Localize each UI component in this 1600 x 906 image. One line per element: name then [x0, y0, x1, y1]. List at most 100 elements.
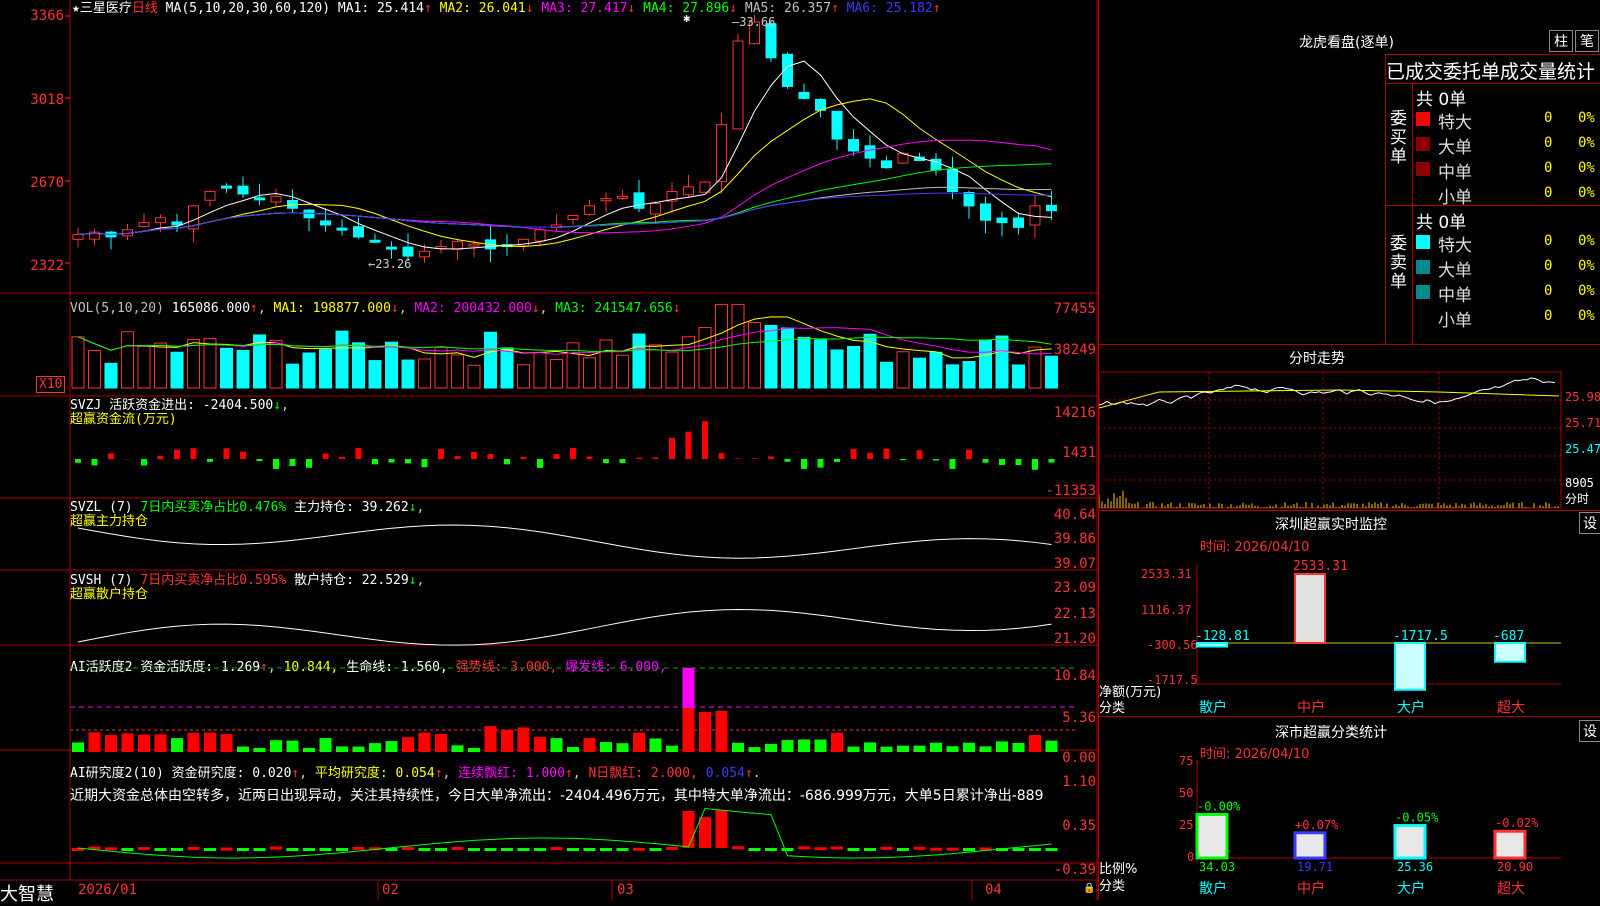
- candle: [535, 230, 545, 241]
- fund-flow-bar: [207, 459, 213, 462]
- research-bar: [485, 848, 497, 851]
- candle: [618, 196, 628, 198]
- candle: [684, 187, 694, 195]
- research-bar: [815, 847, 827, 850]
- research-bar: [1046, 848, 1058, 851]
- monitor-category-label: 大户: [1397, 699, 1425, 716]
- activity-bar: [105, 735, 117, 752]
- research-bar: [864, 848, 876, 851]
- class-category-label: 超大: [1497, 881, 1525, 897]
- volume-bar: [518, 365, 530, 388]
- chart-canvas[interactable]: —33.66←23.26✱: [0, 0, 1098, 900]
- fund-flow-bar: [768, 456, 774, 459]
- activity-bar: [798, 739, 810, 752]
- volume-bar: [303, 353, 315, 388]
- activity-bar: [254, 748, 266, 752]
- class-change-label: -0.02%: [1495, 816, 1539, 830]
- volume-bar: [155, 343, 167, 388]
- research-bar: [353, 847, 365, 850]
- volume-bar: [138, 346, 150, 388]
- activity-bar: [171, 738, 183, 752]
- activity-bar: [1046, 741, 1058, 752]
- activity-bar: [716, 711, 728, 752]
- volume-bar: [947, 365, 959, 388]
- research-bar: [155, 848, 167, 851]
- research-bar: [270, 847, 282, 850]
- fund-flow-bar: [1016, 459, 1022, 465]
- fund-flow-bar: [950, 459, 956, 469]
- fund-flow-bar: [702, 421, 708, 459]
- research-bar: [848, 848, 860, 851]
- class-bar: [1295, 833, 1325, 858]
- class-value-label: 19.71: [1297, 860, 1333, 874]
- fund-flow-bar: [257, 459, 263, 461]
- volume-bar: [831, 350, 843, 388]
- monitor-category-label: 超大: [1497, 700, 1525, 716]
- fund-flow-bar: [224, 448, 230, 459]
- activity-bar: [369, 743, 381, 752]
- research-bar: [930, 848, 942, 851]
- monitor-value-label: -687: [1493, 629, 1524, 644]
- candle: [370, 240, 380, 242]
- research-bar: [1029, 848, 1041, 851]
- volume-bar: [89, 351, 101, 388]
- monitor-category-label: 中户: [1297, 699, 1325, 716]
- chart-area[interactable]: ★三星医疗日线 MA(5,10,20,30,60,120) MA1: 25.41…: [0, 0, 1098, 900]
- activity-bar: [485, 726, 497, 752]
- fund-flow-bar: [884, 449, 890, 459]
- activity-bar: [287, 741, 299, 752]
- research-bar: [320, 848, 332, 851]
- candle: [420, 251, 430, 257]
- low-price-label: ←23.26: [368, 257, 411, 271]
- research-bar: [452, 847, 464, 850]
- activity-bar: [155, 734, 167, 752]
- activity-bar: [963, 743, 975, 752]
- research-bar: [716, 810, 728, 848]
- fund-flow-bar: [719, 453, 725, 459]
- fund-flow-bar: [108, 453, 114, 459]
- candle: [387, 247, 397, 249]
- research-bar: [105, 847, 117, 850]
- activity-bar: [666, 746, 678, 752]
- research-bar: [122, 848, 134, 851]
- research-bar: [765, 848, 777, 851]
- volume-bar: [897, 352, 909, 388]
- fund-flow-bar: [1049, 459, 1055, 463]
- volume-bar: [105, 363, 117, 388]
- activity-bar: [897, 746, 909, 752]
- research-bar: [881, 847, 893, 850]
- activity-bar: [353, 747, 365, 752]
- candle: [271, 196, 281, 202]
- candle: [139, 223, 149, 227]
- activity-bar: [551, 738, 563, 752]
- fund-flow-bar: [851, 449, 857, 459]
- research-bar: [633, 848, 645, 851]
- candle: [304, 210, 314, 218]
- volume-bar: [369, 361, 381, 388]
- main-holding-line: [78, 525, 1052, 558]
- candle: [733, 41, 743, 129]
- candle: [205, 192, 215, 201]
- monitor-bar: [1395, 643, 1425, 690]
- monitor-value-label: -1717.5: [1393, 629, 1448, 644]
- volume-bar: [485, 332, 497, 388]
- volume-bar: [287, 364, 299, 388]
- activity-bar: [699, 712, 711, 752]
- candle: [964, 192, 974, 205]
- research-bar: [798, 846, 810, 849]
- volume-bar: [204, 338, 216, 388]
- volume-bar: [551, 360, 563, 388]
- activity-bar: [138, 735, 150, 752]
- research-bar: [221, 848, 233, 851]
- activity-bar: [435, 734, 447, 752]
- volume-bar: [600, 340, 612, 388]
- activity-bar: [930, 743, 942, 752]
- research-bar: [501, 848, 513, 851]
- fund-flow-bar: [306, 459, 312, 468]
- volume-bar: [1046, 356, 1058, 388]
- volume-bar: [782, 328, 794, 388]
- candle: [255, 198, 265, 200]
- fund-flow-bar: [488, 454, 494, 459]
- candle: [832, 111, 842, 139]
- research-bar: [617, 848, 629, 851]
